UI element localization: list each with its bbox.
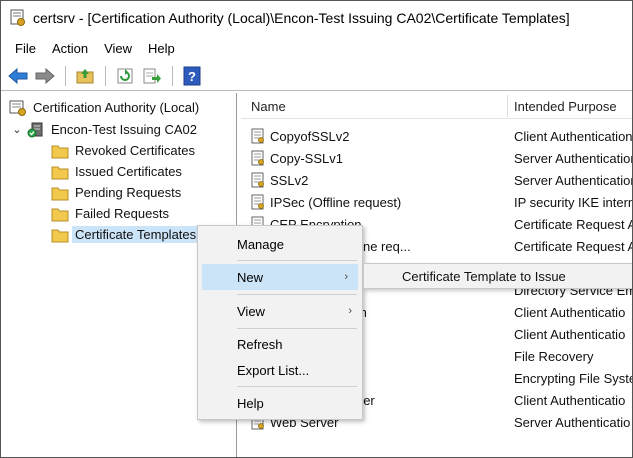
list-row[interactable]: SSLv2 Server Authentication (241, 169, 633, 191)
intended-purpose-cell: Certificate Request A (514, 239, 633, 254)
folder-icon (51, 143, 69, 159)
menu-item-label: New (237, 269, 264, 285)
submenu-arrow-icon: › (348, 305, 352, 317)
column-header-name[interactable]: Name (251, 99, 286, 114)
menu-separator (237, 260, 357, 261)
menu-item-label: Export List... (237, 362, 310, 378)
window-title: certsrv - [Certification Authority (Loca… (33, 10, 570, 26)
mmc-window: certsrv - [Certification Authority (Loca… (0, 0, 633, 458)
folder-label: Failed Requests (75, 206, 169, 221)
template-name-cell: SSLv2 (251, 172, 308, 188)
column-header-purpose[interactable]: Intended Purpose (514, 99, 617, 114)
certificate-template-icon (251, 128, 265, 144)
template-name: CopyofSSLv2 (270, 128, 350, 144)
tree-folder-issued[interactable]: Issued Certificates (51, 161, 182, 182)
template-name: Copy-SSLv1 (270, 150, 343, 166)
menu-item-label: Help (237, 395, 264, 411)
menu-separator (237, 328, 357, 329)
menu-item-view[interactable]: View › (198, 298, 362, 324)
intended-purpose-cell: IP security IKE interm (514, 195, 633, 210)
certificate-template-icon (251, 172, 265, 188)
template-name: IPSec (Offline request) (270, 194, 402, 210)
intended-purpose-cell: Encrypting File Syste (514, 371, 633, 386)
folder-label: Certificate Templates (72, 226, 200, 243)
list-row[interactable]: IPSec (Offline request) IP security IKE i… (241, 191, 633, 213)
up-folder-icon[interactable] (74, 65, 96, 87)
menu-item-refresh[interactable]: Refresh (198, 331, 362, 357)
folder-label: Pending Requests (75, 185, 182, 200)
intended-purpose-cell: File Recovery (514, 349, 594, 364)
list-row[interactable]: Copy-SSLv1 Server Authentication (241, 147, 633, 169)
list-header: Name Intended Purpose (241, 93, 632, 119)
tree-folder-certificate-templates[interactable]: Certificate Templates (51, 224, 200, 245)
back-arrow-icon[interactable] (7, 65, 29, 87)
tree-root-label: Certification Authority (Local) (33, 100, 200, 115)
title-bar: certsrv - [Certification Authority (Loca… (1, 1, 632, 35)
menu-separator (237, 294, 357, 295)
intended-purpose-cell: Certificate Request A (514, 217, 633, 232)
column-divider[interactable] (507, 95, 508, 117)
forward-arrow-icon[interactable] (34, 65, 56, 87)
export-list-icon[interactable] (141, 65, 163, 87)
tree-ca-node[interactable]: ⌄ Encon-Test Issuing CA02 (11, 119, 197, 140)
tree-folder-failed[interactable]: Failed Requests (51, 203, 169, 224)
template-name-cell: CopyofSSLv2 (251, 128, 350, 144)
tree-folder-pending[interactable]: Pending Requests (51, 182, 181, 203)
toolbar-separator (105, 65, 106, 86)
certificate-authority-icon (9, 100, 27, 116)
intended-purpose-cell: Client Authenticatio (514, 393, 626, 408)
intended-purpose-cell: Client Authenticatio (514, 305, 626, 320)
context-menu: Manage New › View › Refresh Export List...… (197, 225, 363, 420)
certificate-template-icon (251, 194, 265, 210)
tree-ca-label: Encon-Test Issuing CA02 (51, 122, 197, 137)
toolbar: ? (1, 61, 632, 91)
folder-icon (51, 164, 69, 180)
certsrv-icon (9, 9, 27, 27)
menu-item-label: Refresh (237, 336, 283, 352)
svg-text:?: ? (188, 69, 196, 84)
menu-item-label: Manage (237, 236, 284, 252)
expand-chevron-icon[interactable]: ⌄ (11, 123, 23, 136)
template-name: SSLv2 (270, 172, 309, 188)
menu-item-export-list[interactable]: Export List... (198, 357, 362, 383)
folder-label: Revoked Certificates (75, 143, 195, 158)
submenu-arrow-icon: › (344, 271, 348, 283)
help-icon[interactable]: ? (181, 65, 203, 87)
menu-help[interactable]: Help (140, 41, 183, 56)
menu-separator (237, 386, 357, 387)
toolbar-separator (65, 65, 66, 86)
new-submenu: Certificate Template to Issue (363, 263, 632, 289)
menu-item-new[interactable]: New › (202, 264, 358, 290)
menu-file[interactable]: File (7, 41, 44, 56)
submenu-item-certificate-template-to-issue[interactable]: Certificate Template to Issue (402, 269, 566, 284)
toolbar-separator (172, 65, 173, 86)
ca-server-icon (27, 122, 45, 138)
intended-purpose-cell: Client Authentication (514, 129, 633, 144)
menu-bar: File Action View Help (1, 37, 183, 59)
menu-view[interactable]: View (96, 41, 140, 56)
menu-item-label: View (237, 303, 265, 319)
tree-folder-revoked[interactable]: Revoked Certificates (51, 140, 195, 161)
intended-purpose-cell: Server Authentication (514, 173, 633, 188)
template-name-cell: Copy-SSLv1 (251, 150, 343, 166)
intended-purpose-cell: Server Authentication (514, 151, 633, 166)
folder-label: Issued Certificates (75, 164, 182, 179)
template-name-cell: IPSec (Offline request) (251, 194, 401, 210)
list-row[interactable]: CopyofSSLv2 Client Authentication (241, 125, 633, 147)
folder-icon (51, 185, 69, 201)
tree-root[interactable]: Certification Authority (Local) (9, 97, 199, 118)
folder-icon (51, 227, 69, 243)
menu-item-manage[interactable]: Manage (198, 231, 362, 257)
intended-purpose-cell: Server Authenticatio (514, 415, 631, 430)
folder-icon (51, 206, 69, 222)
menu-action[interactable]: Action (44, 41, 96, 56)
refresh-icon[interactable] (114, 65, 136, 87)
certificate-template-icon (251, 150, 265, 166)
intended-purpose-cell: Client Authenticatio (514, 327, 626, 342)
menu-item-help[interactable]: Help (198, 390, 362, 416)
